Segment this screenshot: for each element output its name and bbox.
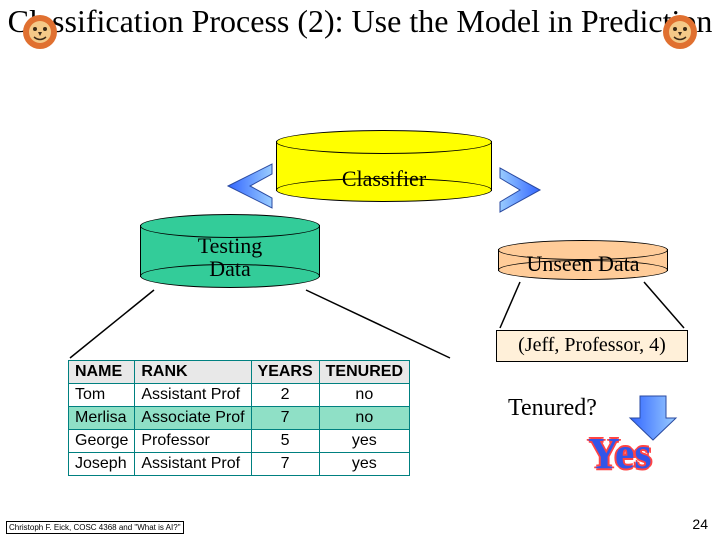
col-header: YEARS (251, 361, 319, 384)
table-row: GeorgeProfessor5yes (69, 430, 410, 453)
testing-data-cylinder: TestingData (140, 214, 320, 288)
slide-title: Classification Process (2): Use the Mode… (0, 4, 720, 39)
brace-lines-icon (70, 290, 450, 358)
col-header: RANK (135, 361, 251, 384)
testing-data-label: TestingData (140, 234, 320, 280)
unseen-tuple: (Jeff, Professor, 4) (496, 330, 688, 362)
cell-years: 2 (251, 384, 319, 407)
cell-tenured: no (319, 384, 409, 407)
cell-rank: Assistant Prof (135, 453, 251, 476)
cell-name: Tom (69, 384, 135, 407)
cell-years: 7 (251, 407, 319, 430)
arrow-right-icon (500, 168, 540, 212)
unseen-data-label: Unseen Data (498, 251, 668, 277)
col-header: NAME (69, 361, 135, 384)
cell-name: George (69, 430, 135, 453)
testing-table: NAMERANKYEARSTENURED TomAssistant Prof2n… (68, 360, 410, 476)
unseen-data-cylinder: Unseen Data (498, 240, 668, 280)
cell-rank: Assistant Prof (135, 384, 251, 407)
credit-line: Christoph F. Eick, COSC 4368 and "What i… (6, 521, 184, 534)
cell-tenured: no (319, 407, 409, 430)
cell-tenured: yes (319, 430, 409, 453)
cell-tenured: yes (319, 453, 409, 476)
table-row: MerlisaAssociate Prof7no (69, 407, 410, 430)
table-row: JosephAssistant Prof7yes (69, 453, 410, 476)
lion-logo-left (20, 12, 60, 52)
cell-name: Joseph (69, 453, 135, 476)
arrow-left-icon (228, 164, 272, 208)
col-header: TENURED (319, 361, 409, 384)
question-label: Tenured? (508, 395, 597, 422)
unseen-connector-icon (500, 282, 684, 328)
prediction-result: Yes (588, 428, 652, 479)
lion-logo-right (660, 12, 700, 52)
page-number: 24 (692, 516, 708, 532)
classifier-cylinder: Classifier (276, 130, 492, 202)
cell-years: 7 (251, 453, 319, 476)
cell-name: Merlisa (69, 407, 135, 430)
cell-years: 5 (251, 430, 319, 453)
cell-rank: Professor (135, 430, 251, 453)
classifier-label: Classifier (276, 166, 492, 192)
cell-rank: Associate Prof (135, 407, 251, 430)
table-row: TomAssistant Prof2no (69, 384, 410, 407)
